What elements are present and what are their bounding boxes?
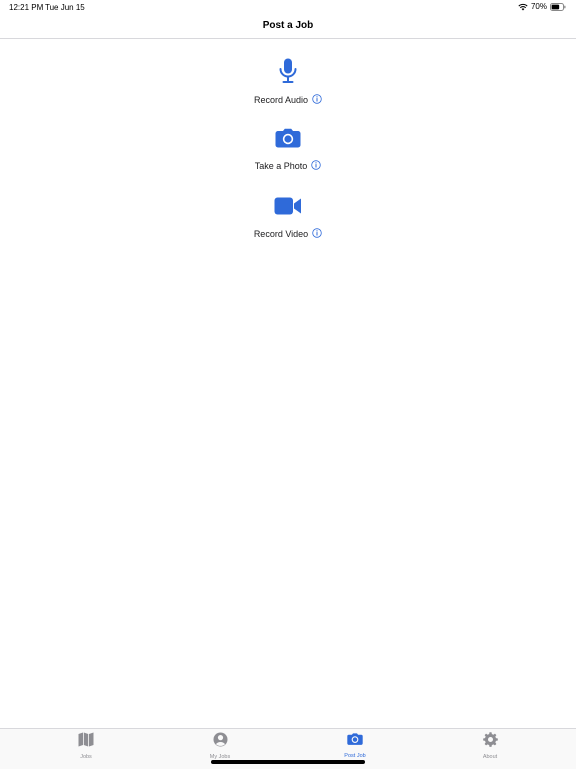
tab-jobs[interactable]: Jobs	[56, 732, 116, 760]
wifi-icon	[518, 3, 528, 11]
info-icon[interactable]	[311, 160, 321, 172]
tab-jobs-label: Jobs	[80, 754, 92, 760]
info-icon[interactable]	[312, 94, 322, 106]
take-photo-label: Take a Photo	[254, 161, 308, 171]
status-date: Tue Jun 15	[45, 3, 85, 12]
gear-icon	[460, 732, 520, 752]
battery-icon	[550, 2, 566, 11]
navigation-bar: Post a Job	[0, 14, 576, 39]
battery-percent: 70%	[530, 2, 547, 11]
status-time: 12:21 PM	[9, 3, 44, 12]
person-icon	[190, 732, 250, 752]
video-camera-icon	[188, 197, 388, 220]
record-audio-label: Record Audio	[253, 95, 309, 105]
tab-about[interactable]: About	[460, 732, 520, 760]
camera-icon	[325, 732, 385, 751]
tab-post-job-label: Post Job	[344, 753, 366, 759]
page-title: Post a Job	[262, 20, 314, 31]
record-video-button[interactable]: Record Video	[188, 197, 388, 240]
tab-my-jobs[interactable]: My Jobs	[190, 732, 250, 760]
tab-post-job[interactable]: Post Job	[325, 732, 385, 759]
tab-about-label: About	[482, 754, 498, 760]
take-photo-button[interactable]: Take a Photo	[188, 128, 388, 172]
microphone-icon	[188, 58, 388, 89]
status-bar: 12:21 PM Tue Jun 15 70%	[0, 0, 576, 14]
home-indicator	[211, 760, 365, 764]
camera-icon	[188, 128, 388, 153]
status-indicators: 70%	[518, 2, 566, 11]
record-video-label: Record Video	[253, 229, 309, 239]
record-audio-button[interactable]: Record Audio	[188, 58, 388, 106]
map-icon	[56, 732, 116, 752]
info-icon[interactable]	[312, 228, 322, 240]
